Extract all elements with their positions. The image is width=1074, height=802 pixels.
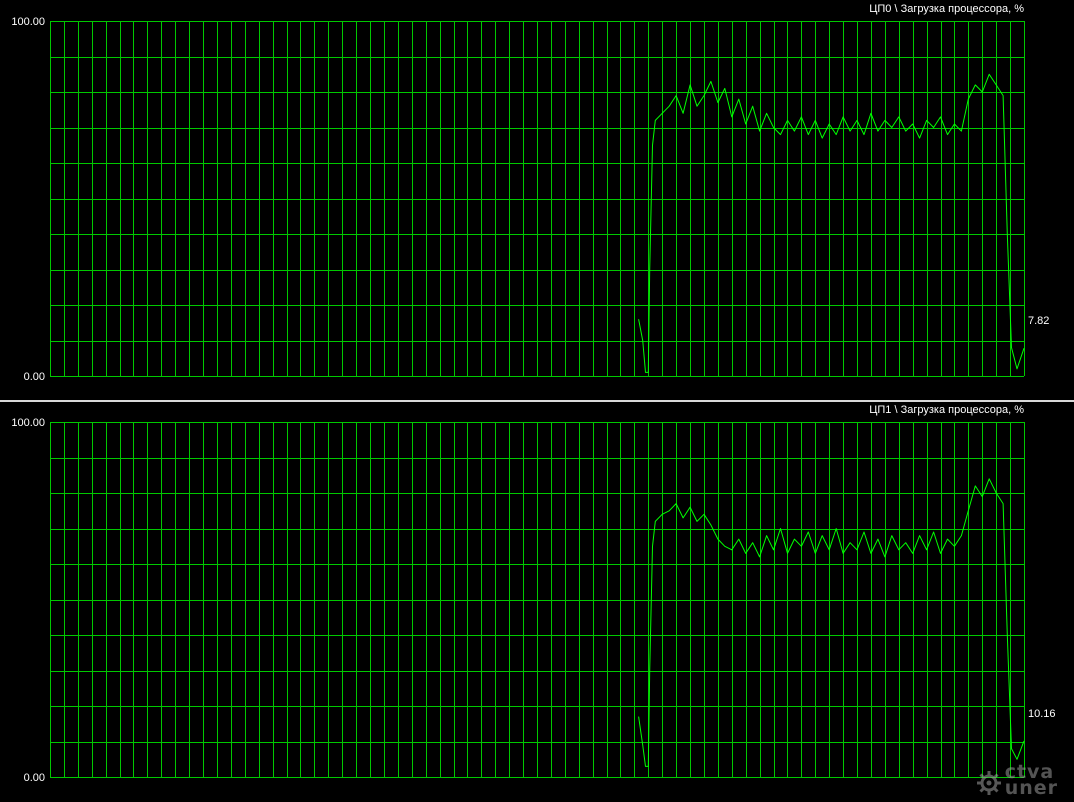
chart-title: ЦП0 \ Загрузка процессора, % <box>869 3 1024 15</box>
cpu-load-trace <box>638 73 1025 373</box>
watermark-line-2: uner <box>1004 776 1058 799</box>
current-value-label: 7.82 <box>1028 315 1049 327</box>
y-tick-label-min: 0.00 <box>24 371 45 383</box>
y-tick-label-min: 0.00 <box>24 772 45 784</box>
cpu1-chart: ЦП1 \ Загрузка процессора, % 100.00 0.00… <box>11 404 1055 784</box>
cpu-load-trace <box>638 478 1025 767</box>
y-tick-label-max: 100.00 <box>11 417 45 429</box>
chart-title: ЦП1 \ Загрузка процессора, % <box>869 404 1024 416</box>
current-value-label: 10.16 <box>1028 708 1056 720</box>
performance-monitor: ЦП0 \ Загрузка процессора, % 100.00 0.00… <box>0 3 1074 784</box>
gear-icon <box>976 771 1001 795</box>
grid <box>50 422 1025 778</box>
cpu0-chart: ЦП0 \ Загрузка процессора, % 100.00 0.00… <box>11 3 1049 383</box>
grid <box>50 21 1025 377</box>
watermark-logo: ctva uner <box>976 762 1058 799</box>
y-tick-label-max: 100.00 <box>11 16 45 28</box>
watermark-text: ctva uner <box>1004 762 1058 799</box>
